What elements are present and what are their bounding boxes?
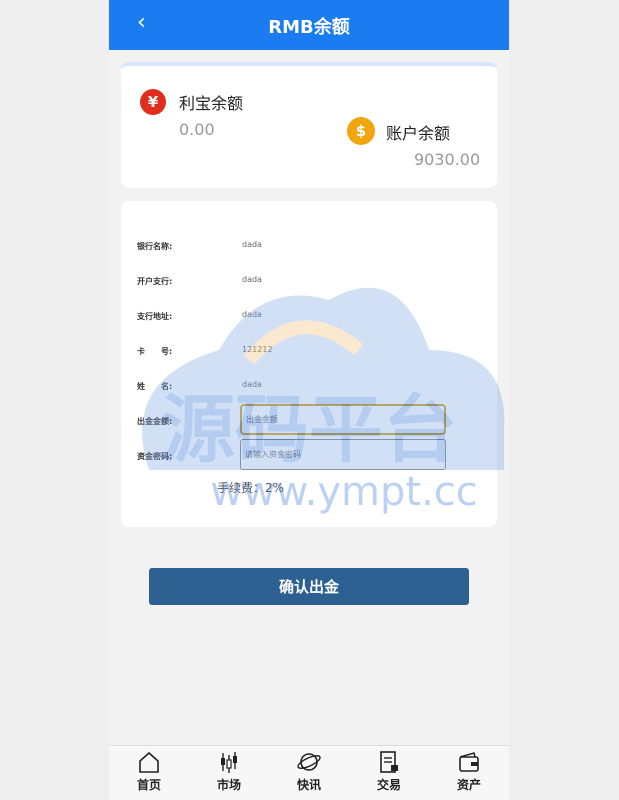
tab-assets[interactable]: 资产 bbox=[429, 746, 509, 800]
amount-label: 出金金额: bbox=[137, 417, 173, 426]
wallet-icon bbox=[459, 752, 479, 772]
libao-balance-value: 0.00 bbox=[179, 120, 215, 139]
home-icon bbox=[139, 751, 159, 773]
balance-card: ¥ 利宝余额 0.00 $ 账户余额 9030.00 bbox=[121, 62, 497, 188]
fund-password-input[interactable] bbox=[240, 439, 446, 470]
tab-market[interactable]: 市场 bbox=[189, 746, 269, 800]
bank-name-value: dada bbox=[242, 240, 262, 249]
tab-trade-label: 交易 bbox=[376, 778, 401, 792]
fund-password-label: 资金密码: bbox=[137, 452, 173, 461]
market-icon bbox=[221, 752, 237, 773]
libao-balance-label: 利宝余额 bbox=[179, 94, 244, 113]
tab-trade[interactable]: 交易 bbox=[349, 746, 429, 800]
account-balance-value: 9030.00 bbox=[414, 150, 481, 169]
tab-news-label: 快讯 bbox=[296, 778, 321, 792]
branch-address-label: 支行地址: bbox=[137, 312, 173, 321]
amount-input[interactable] bbox=[240, 404, 446, 435]
header-bar: ‹ RMB余额 bbox=[109, 0, 509, 50]
tab-market-label: 市场 bbox=[216, 778, 241, 792]
tab-home-label: 首页 bbox=[136, 778, 161, 792]
bank-name-label: 银行名称: bbox=[137, 242, 173, 251]
confirm-withdraw-button[interactable]: 确认出金 bbox=[149, 568, 469, 605]
card-number-label: 卡 号: bbox=[137, 347, 173, 356]
tab-home[interactable]: 首页 bbox=[109, 746, 189, 800]
bottom-tab-bar: 首页 市场 快讯 交易 资产 bbox=[109, 745, 509, 800]
planet-icon bbox=[297, 753, 321, 771]
card-number-value: 121212 bbox=[242, 345, 273, 354]
fee-text: 手续费：2% bbox=[217, 481, 285, 495]
dollar-icon: $ bbox=[347, 117, 375, 145]
holder-name-value: dada bbox=[242, 380, 262, 389]
yuan-icon: ¥ bbox=[140, 89, 166, 115]
holder-name-label: 姓 名: bbox=[137, 382, 173, 391]
tab-news[interactable]: 快讯 bbox=[269, 746, 349, 800]
account-balance-label: 账户余额 bbox=[386, 124, 451, 143]
branch-label: 开户支行: bbox=[137, 277, 173, 286]
tab-assets-label: 资产 bbox=[456, 778, 481, 792]
trade-icon bbox=[380, 751, 398, 773]
branch-value: dada bbox=[242, 275, 262, 284]
page-title: RMB余额 bbox=[268, 17, 350, 38]
branch-address-value: dada bbox=[242, 310, 262, 319]
withdraw-form-card: 银行名称: dada 开户支行: dada 支行地址: dada 卡 号: 12… bbox=[121, 201, 497, 527]
app-screen: ‹ RMB余额 ¥ 利宝余额 0.00 $ 账户余额 9030.00 银行名称:… bbox=[109, 0, 509, 800]
